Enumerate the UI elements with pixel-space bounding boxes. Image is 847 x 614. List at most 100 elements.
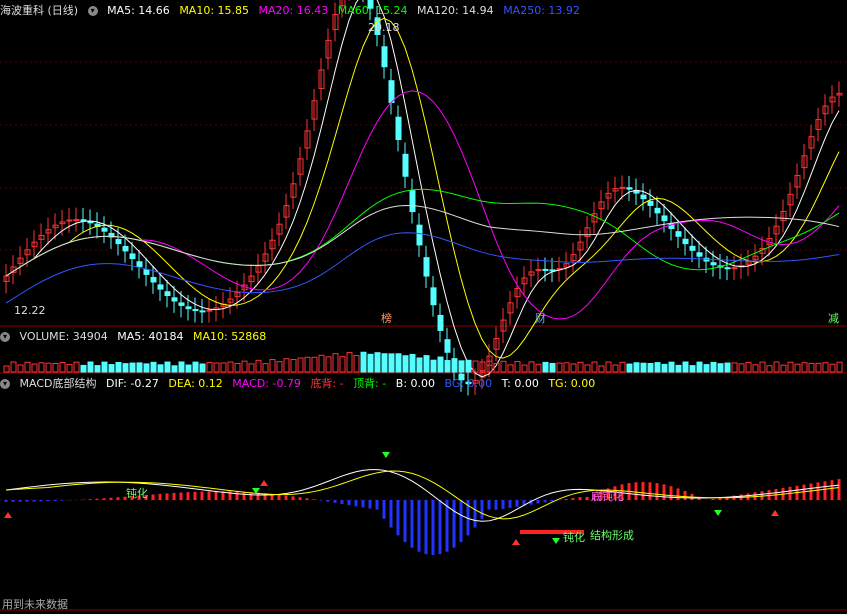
candle-body	[206, 309, 213, 312]
volume-bar	[689, 365, 696, 373]
up-arrow-icon	[4, 512, 12, 518]
candle-body	[101, 227, 108, 232]
volume-bar	[381, 353, 388, 373]
candle-body	[689, 245, 696, 251]
volume-bar	[423, 355, 430, 373]
volume-bar	[213, 362, 220, 373]
candle-body	[157, 284, 164, 290]
candle-body	[115, 239, 122, 245]
candle-body	[178, 302, 185, 306]
volume-bar	[815, 362, 822, 373]
macd-t: T: 0.00	[501, 377, 539, 390]
candle-body	[661, 215, 668, 222]
candle-body	[682, 238, 689, 245]
event-tag-bang[interactable]: 榜	[379, 312, 394, 326]
volume-bar	[451, 358, 458, 373]
ma10-label: MA10: 15.85	[179, 4, 250, 17]
volume-bar	[45, 362, 52, 373]
volume-bar	[185, 364, 192, 373]
volume-bar	[332, 353, 339, 373]
volume-bar	[346, 352, 353, 373]
volume-bar	[619, 361, 626, 373]
candle-body	[136, 261, 143, 268]
macd-dea: DEA: 0.12	[168, 377, 223, 390]
ma5-label: MA5: 14.66	[107, 4, 170, 17]
volume-bar	[395, 353, 402, 373]
macd-settings-icon[interactable]: ▾	[0, 379, 10, 389]
candle-body	[192, 309, 199, 312]
volume-bar	[458, 360, 465, 373]
up-arrow-icon	[512, 539, 520, 545]
volume-bar	[787, 361, 794, 373]
volume-bar	[549, 362, 556, 373]
macd-tg: TG: 0.00	[548, 377, 596, 390]
candle-body	[619, 186, 626, 189]
volume-bar	[374, 352, 381, 373]
volume-bar	[591, 361, 598, 373]
volume-ma10: MA10: 52868	[192, 330, 267, 343]
volume-bar	[136, 362, 143, 373]
candle-body	[647, 200, 654, 206]
ma120-label: MA120: 14.94	[416, 4, 494, 17]
candle-body	[696, 252, 703, 257]
volume-bar	[675, 364, 682, 373]
macd-annotation-dunhua-2: 钝化	[563, 531, 585, 544]
volume-bar	[220, 362, 227, 373]
macd-dibei: 底背: -	[310, 377, 344, 390]
candle-body	[423, 257, 430, 277]
volume-bar	[808, 362, 815, 373]
candle-body	[710, 262, 717, 266]
volume-bar	[143, 363, 150, 373]
event-tag-cai[interactable]: 财	[533, 312, 548, 326]
volume-bar	[794, 363, 801, 373]
candle-body	[66, 219, 73, 222]
candle-body	[542, 268, 549, 271]
low-price-label: 12.22	[14, 304, 46, 317]
volume-bar	[283, 358, 290, 373]
candle-body	[640, 194, 647, 200]
candle-body	[395, 116, 402, 141]
volume-bar	[10, 361, 17, 373]
volume-bar	[94, 365, 101, 373]
volume-bar	[360, 351, 367, 373]
settings-icon[interactable]: ▾	[87, 6, 98, 16]
volume-bar	[17, 364, 24, 373]
volume-bar	[171, 365, 178, 373]
volume-bar	[773, 361, 780, 373]
volume-bar	[430, 359, 437, 373]
candle-body	[73, 219, 80, 222]
volume-bar	[829, 363, 836, 373]
volume-bar	[3, 365, 10, 373]
volume-bar	[157, 364, 164, 373]
down-arrow-icon	[382, 452, 390, 458]
candle-body	[143, 269, 150, 275]
volume-bar	[640, 362, 647, 373]
volume-bar	[206, 361, 213, 373]
volume-bar	[122, 363, 129, 373]
down-arrow-icon	[714, 510, 722, 516]
candle-body	[388, 80, 395, 103]
volume-bar	[598, 365, 605, 373]
volume-bar	[836, 361, 843, 373]
macd-annotation-didunhua: 底钝化	[591, 490, 624, 503]
candle-body	[626, 187, 633, 190]
volume-bar	[507, 364, 514, 373]
volume-bar	[766, 365, 773, 373]
down-arrow-icon	[552, 538, 560, 544]
volume-bar	[297, 357, 304, 373]
volume-bar	[577, 361, 584, 373]
volume-bar	[647, 362, 654, 373]
volume-bar	[556, 362, 563, 373]
footer-note: 用到未来数据	[2, 598, 68, 611]
volume-bar	[234, 362, 241, 373]
candle-body	[199, 310, 206, 313]
candle-body	[416, 224, 423, 246]
volume-bar	[101, 361, 108, 373]
macd-b: B: 0.00	[395, 377, 436, 390]
volume-bar	[416, 357, 423, 373]
event-tag-jian[interactable]: 减	[826, 312, 841, 326]
volume-settings-icon[interactable]: ▾	[0, 332, 10, 342]
stock-title: 海波重科 (日线)	[0, 4, 79, 17]
volume-bar	[444, 360, 451, 373]
volume-bar	[164, 361, 171, 373]
